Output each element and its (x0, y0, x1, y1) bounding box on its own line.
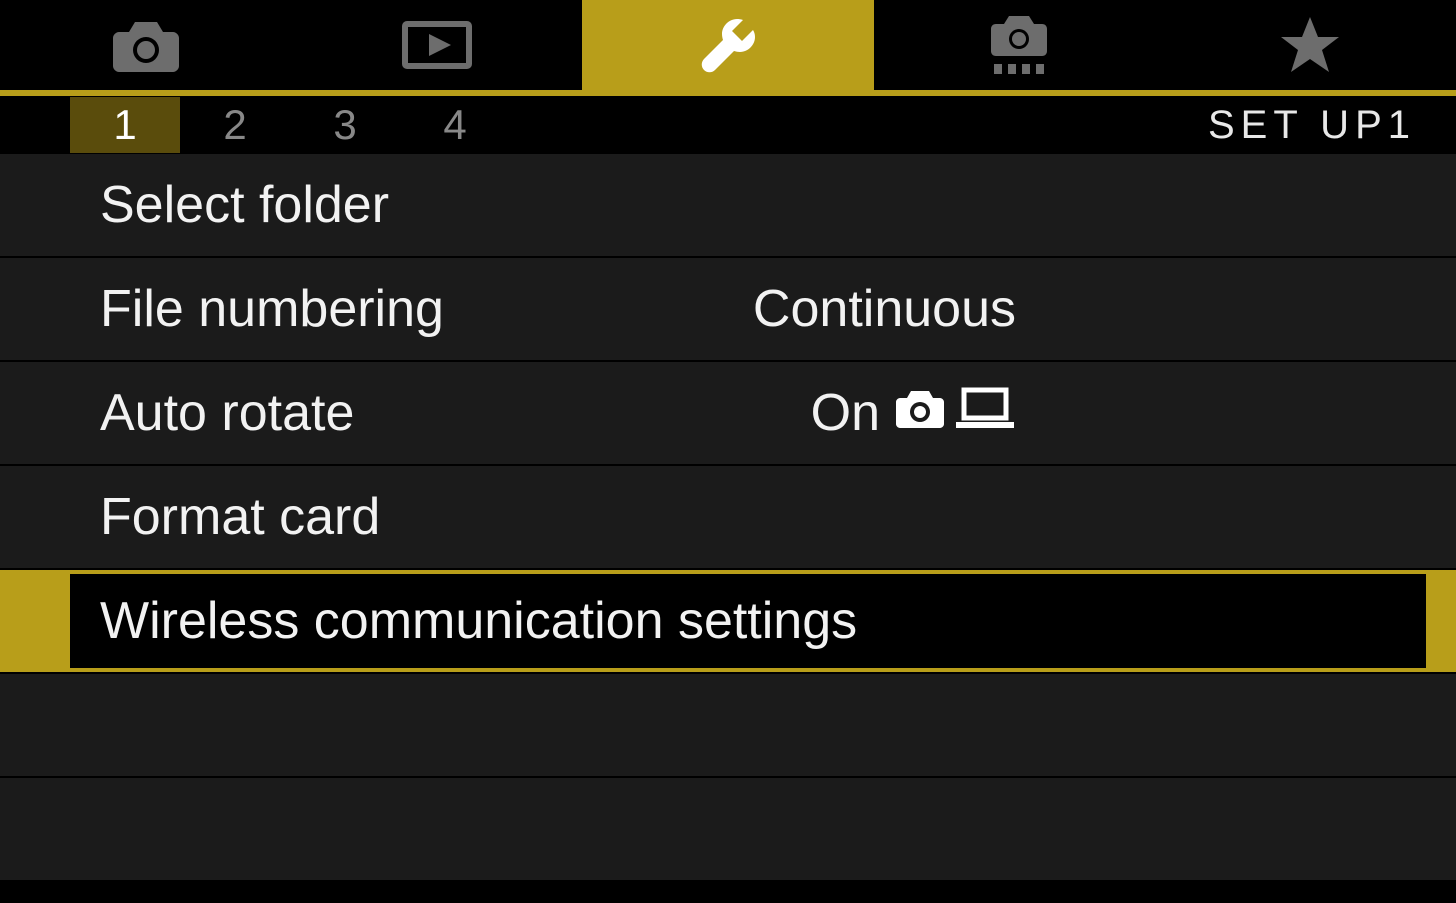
menu-item-label: File numbering (100, 279, 444, 339)
page-tab-label: 2 (223, 101, 246, 149)
camera-bars-icon (982, 14, 1056, 76)
page-tab-label: 3 (333, 101, 356, 149)
page-tab-4[interactable]: 4 (400, 97, 510, 153)
tab-custom-functions[interactable] (874, 0, 1165, 90)
menu-item-select-folder[interactable]: Select folder (0, 154, 1456, 258)
menu-item-value: Continuous (753, 279, 1016, 339)
menu-item-value: On (811, 383, 1016, 443)
menu-item-format-card[interactable]: Format card (0, 466, 1456, 570)
tab-mymenu[interactable] (1165, 0, 1456, 90)
menu-item-label: Select folder (100, 175, 389, 235)
star-icon (1279, 15, 1341, 75)
menu-item-label: Auto rotate (100, 383, 354, 443)
page-tab-label: 1 (113, 101, 136, 149)
main-tab-bar (0, 0, 1456, 96)
camera-menu-screen: 1 2 3 4 SET UP1 Select folder File numbe… (0, 0, 1456, 903)
menu-item-file-numbering[interactable]: File numbering Continuous (0, 258, 1456, 362)
page-tab-bar: 1 2 3 4 SET UP1 (0, 96, 1456, 154)
laptop-icon (954, 383, 1016, 443)
page-section-title: SET UP1 (1208, 103, 1416, 148)
wrench-icon (698, 15, 758, 75)
page-tab-label: 4 (443, 101, 466, 149)
menu-item-empty (0, 778, 1456, 882)
menu-list: Select folder File numbering Continuous … (0, 154, 1456, 903)
menu-item-selected-inner: Wireless communication settings (70, 574, 1426, 668)
menu-item-auto-rotate[interactable]: Auto rotate On (0, 362, 1456, 466)
tab-playback[interactable] (291, 0, 582, 90)
camera-icon (109, 18, 183, 72)
menu-item-value-text: On (811, 383, 880, 443)
page-tab-2[interactable]: 2 (180, 97, 290, 153)
play-icon (401, 20, 473, 70)
page-tab-3[interactable]: 3 (290, 97, 400, 153)
menu-item-label: Wireless communication settings (100, 591, 857, 651)
menu-item-empty (0, 674, 1456, 778)
camera-icon (892, 383, 948, 443)
menu-item-wireless-communication[interactable]: Wireless communication settings (0, 570, 1456, 674)
page-tab-1[interactable]: 1 (70, 97, 180, 153)
tab-setup[interactable] (582, 0, 873, 90)
menu-item-label: Format card (100, 487, 380, 547)
tab-shooting[interactable] (0, 0, 291, 90)
